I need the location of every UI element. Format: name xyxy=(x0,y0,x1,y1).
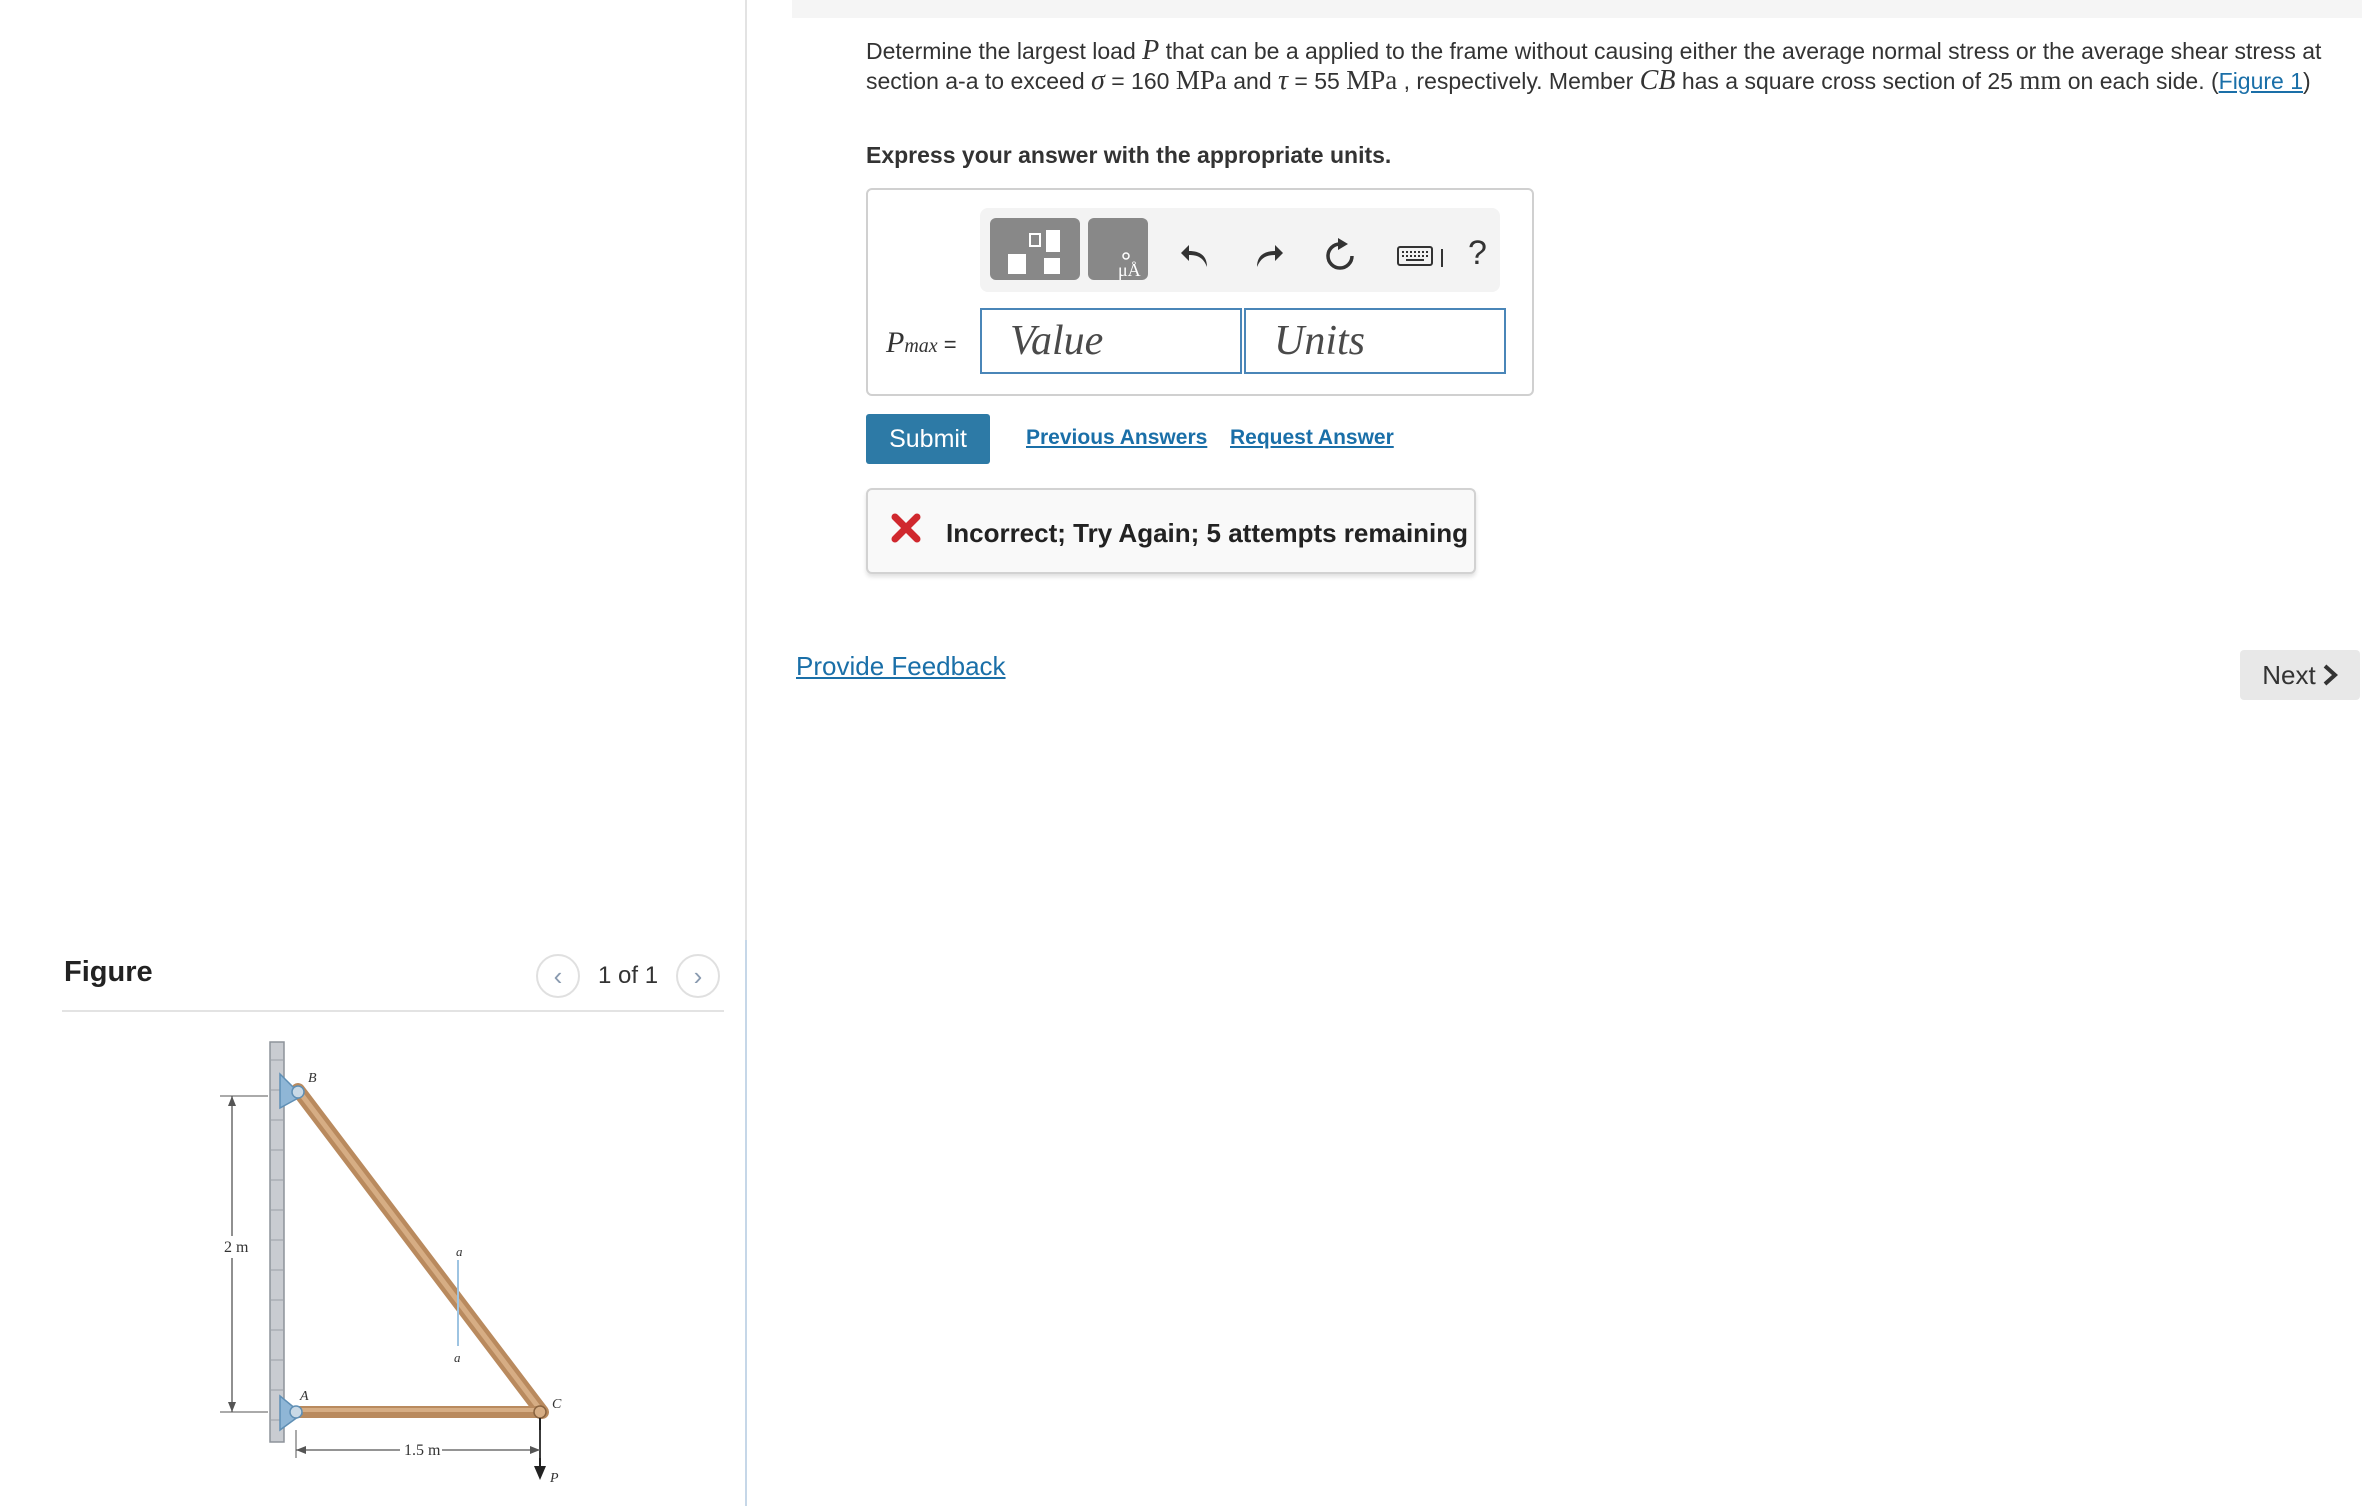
math-sigma: σ xyxy=(1091,65,1105,96)
reset-icon[interactable] xyxy=(1320,236,1360,276)
next-button[interactable]: Next xyxy=(2240,650,2360,700)
previous-answers-link[interactable]: Previous Answers xyxy=(1026,426,1207,450)
chevron-left-icon: ‹ xyxy=(553,960,563,991)
svg-text:μÅ: μÅ xyxy=(1118,260,1141,280)
figure-prev-button[interactable]: ‹ xyxy=(536,954,580,998)
frame-figure: 2 m a a B A C P 1.5 m xyxy=(218,1041,562,1486)
unit-mpa: MPa xyxy=(1346,65,1398,95)
unit-mpa: MPa xyxy=(1175,65,1227,95)
pane-divider-lower xyxy=(745,940,747,1506)
undo-icon[interactable] xyxy=(1176,236,1216,276)
svg-text:a: a xyxy=(456,1244,463,1259)
figure-counter: 1 of 1 xyxy=(598,962,659,989)
chevron-right-icon xyxy=(2323,664,2338,686)
answer-instruction: Express your answer with the appropriate… xyxy=(866,142,1392,168)
figure-next-button[interactable]: › xyxy=(676,954,720,998)
figure-pane: Figure ‹ 1 of 1 › 2 m a a B A C P 1.5 m xyxy=(0,0,746,1506)
label-c: C xyxy=(552,1397,562,1412)
submit-button[interactable]: Submit xyxy=(866,414,990,464)
label-a: A xyxy=(299,1389,309,1404)
pane-divider xyxy=(745,0,747,940)
next-label: Next xyxy=(2262,659,2316,690)
units-icon[interactable]: μÅ xyxy=(1088,218,1148,280)
templates-icon[interactable] xyxy=(990,218,1080,280)
unit-mm: mm xyxy=(2019,65,2062,95)
request-answer-link[interactable]: Request Answer xyxy=(1230,426,1394,450)
svg-text:a: a xyxy=(454,1350,461,1365)
label-b: B xyxy=(308,1071,317,1086)
math-p: P xyxy=(1142,35,1160,66)
header-band xyxy=(792,0,2362,18)
feedback-message: Incorrect; Try Again; 5 attempts remaini… xyxy=(866,488,1476,574)
units-input[interactable] xyxy=(1244,308,1506,374)
value-input[interactable] xyxy=(980,308,1242,374)
answer-box: μÅ ? Pmax = xyxy=(866,188,1534,396)
label-p: P xyxy=(549,1471,559,1486)
feedback-text: Incorrect; Try Again; 5 attempts remaini… xyxy=(946,518,1469,548)
incorrect-x-icon xyxy=(891,513,921,543)
pmax-label: Pmax = xyxy=(886,326,957,359)
figure-link[interactable]: Figure 1 xyxy=(2219,68,2303,94)
math-toolbar: μÅ ? xyxy=(980,208,1500,292)
width-label: 1.5 m xyxy=(404,1442,441,1459)
keyboard-icon[interactable] xyxy=(1396,236,1448,276)
math-cb: CB xyxy=(1639,65,1676,96)
height-label: 2 m xyxy=(224,1239,249,1256)
chevron-right-icon: › xyxy=(693,960,703,991)
help-icon[interactable]: ? xyxy=(1468,234,1487,273)
problem-statement: Determine the largest load P that can be… xyxy=(866,35,2322,96)
provide-feedback-link[interactable]: Provide Feedback xyxy=(796,651,1006,682)
figure-title: Figure xyxy=(64,956,153,988)
redo-icon[interactable] xyxy=(1248,236,1288,276)
pin-c xyxy=(533,1405,547,1419)
figure-header: Figure ‹ 1 of 1 › xyxy=(62,940,724,1012)
math-tau: τ xyxy=(1278,65,1289,96)
